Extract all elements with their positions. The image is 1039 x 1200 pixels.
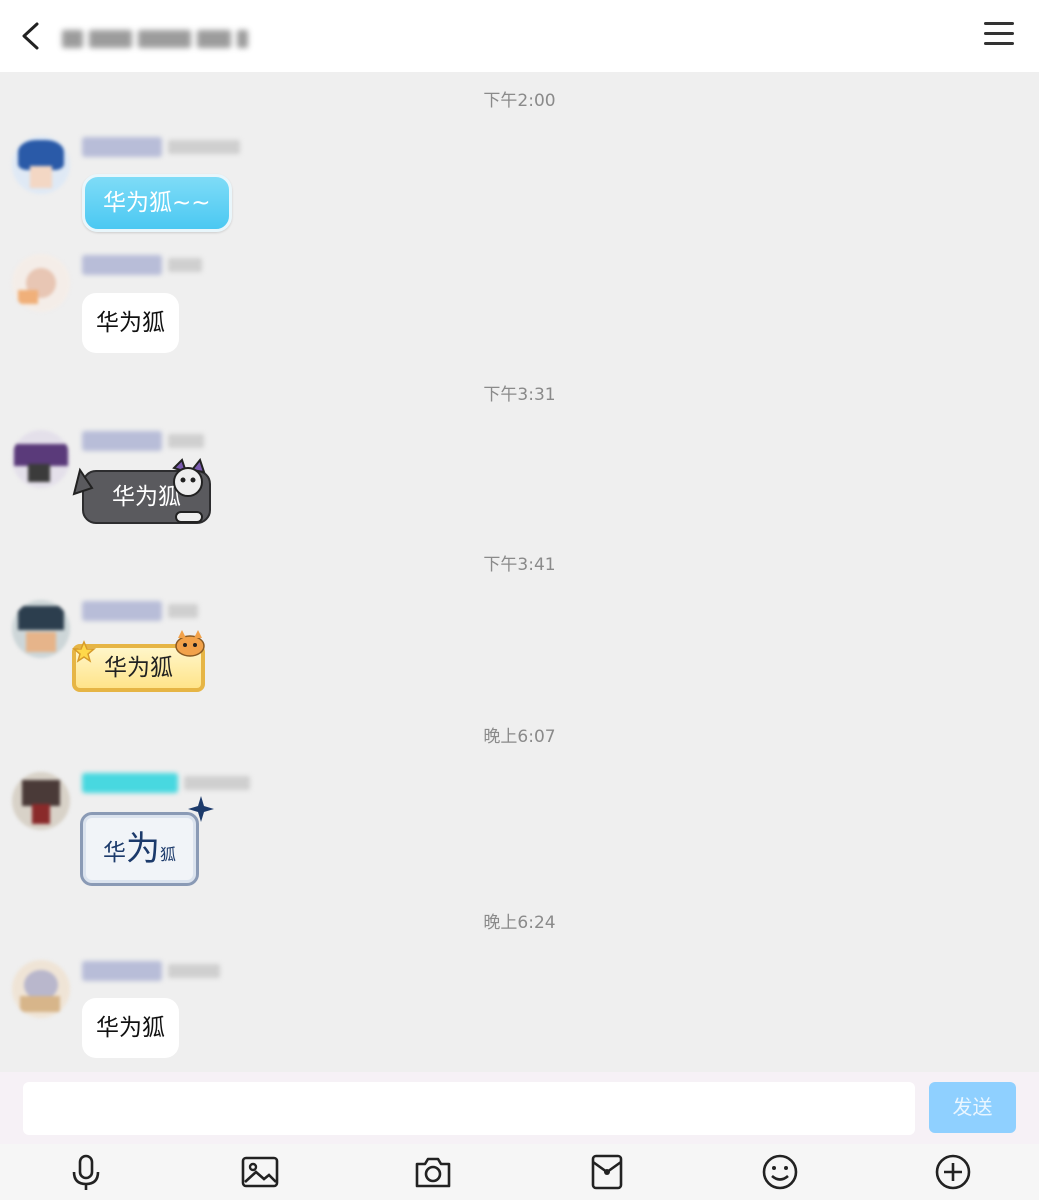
avatar[interactable] xyxy=(12,772,70,830)
sender-name xyxy=(82,772,250,794)
send-button[interactable]: 发送 xyxy=(929,1082,1016,1133)
chat-header xyxy=(0,0,1039,72)
avatar[interactable] xyxy=(12,600,70,658)
timestamp: 下午3:31 xyxy=(483,385,556,405)
image-icon[interactable] xyxy=(240,1152,280,1192)
plus-icon[interactable] xyxy=(933,1152,973,1192)
message-list[interactable]: 下午2:00 华为狐~~ 华为狐 下午3:31 华为狐 下午3:41 华为狐 晚… xyxy=(0,72,1039,1072)
dog-decoration-icon xyxy=(175,630,205,657)
timestamp: 下午2:00 xyxy=(483,91,556,111)
message-bubble[interactable]: 华为狐~~ xyxy=(82,174,232,232)
message-bubble[interactable]: 华为狐 xyxy=(82,293,179,353)
avatar[interactable] xyxy=(12,960,70,1018)
avatar[interactable] xyxy=(12,136,70,194)
sender-name xyxy=(82,430,204,452)
cat-decoration-icon xyxy=(172,458,206,523)
sender-name xyxy=(82,136,240,158)
message-bubble[interactable]: 华为狐 xyxy=(80,812,200,886)
star-icon xyxy=(72,640,96,663)
sparkle-icon xyxy=(188,796,214,822)
sender-name xyxy=(82,960,220,982)
message-bubble[interactable]: 华为狐 xyxy=(82,998,179,1058)
timestamp: 下午3:41 xyxy=(483,555,556,575)
microphone-icon[interactable] xyxy=(66,1152,106,1192)
timestamp: 晚上6:07 xyxy=(483,727,556,747)
chat-title xyxy=(62,26,248,52)
cat-ear-icon xyxy=(72,467,94,496)
message-input[interactable] xyxy=(23,1082,915,1135)
message-char: 狐 xyxy=(160,845,177,864)
sender-name xyxy=(82,254,202,276)
input-bar: 发送 xyxy=(0,1072,1039,1144)
avatar[interactable] xyxy=(12,254,70,312)
red-packet-icon[interactable] xyxy=(587,1152,627,1192)
message-char: 华 xyxy=(103,840,126,866)
timestamp: 晚上6:24 xyxy=(483,913,556,933)
emoji-icon[interactable] xyxy=(760,1152,800,1192)
menu-icon[interactable] xyxy=(984,22,1014,50)
camera-icon[interactable] xyxy=(413,1152,453,1192)
back-chevron-icon[interactable] xyxy=(14,18,50,54)
avatar[interactable] xyxy=(12,430,70,488)
sender-name xyxy=(82,600,198,622)
message-char: 为 xyxy=(126,829,160,869)
input-toolbar xyxy=(0,1144,1039,1200)
